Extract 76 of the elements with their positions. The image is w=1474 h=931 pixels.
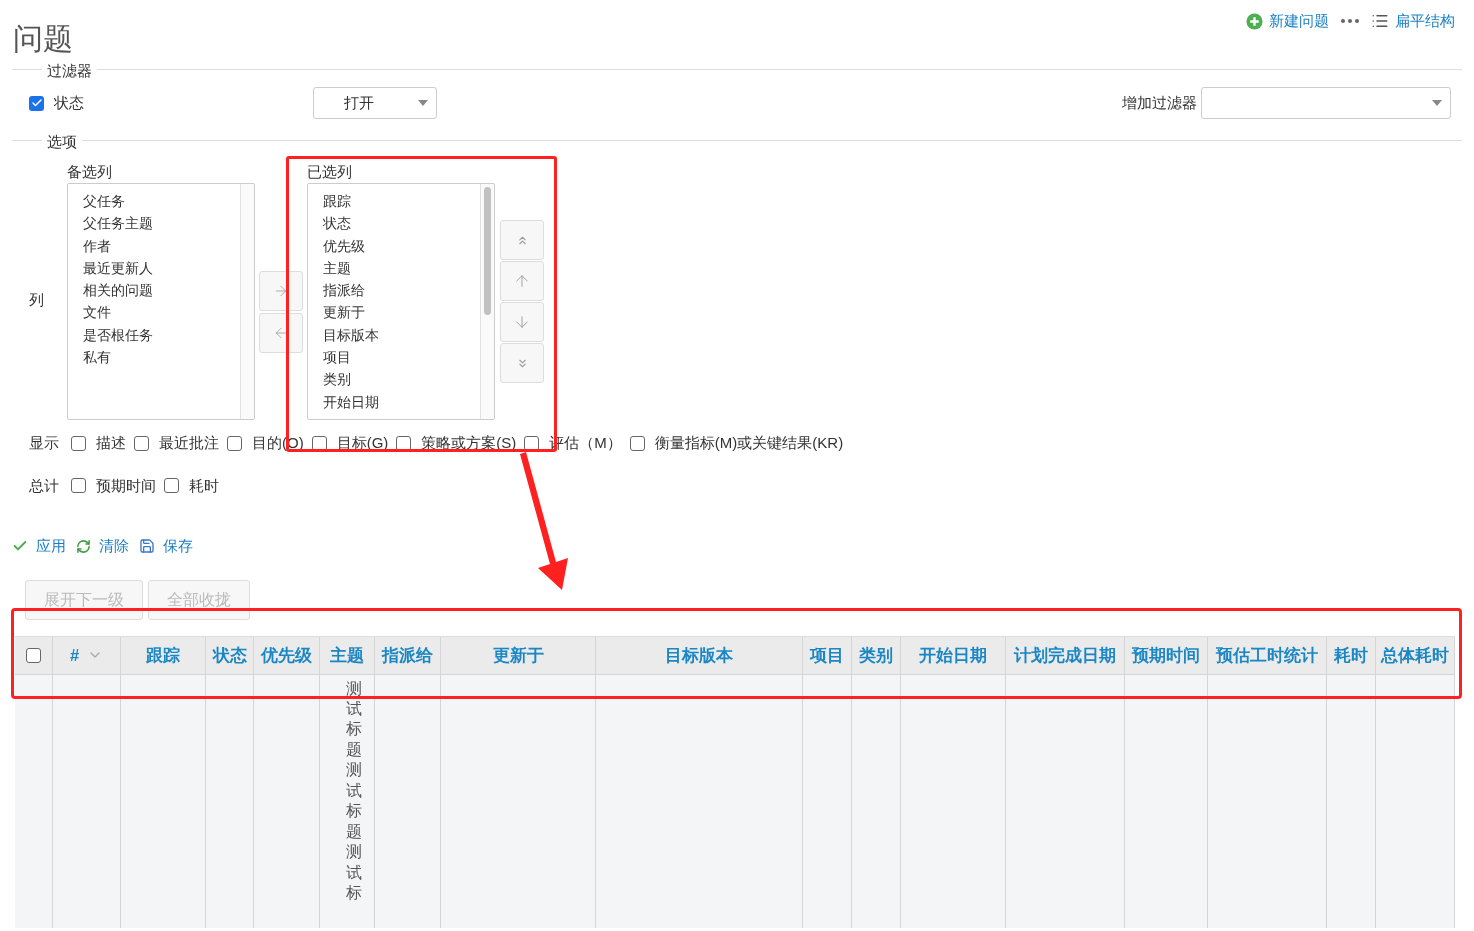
save-icon [139, 538, 155, 555]
column-header[interactable]: # [53, 636, 121, 674]
column-header[interactable]: 指派给 [375, 636, 441, 674]
checkbox-label: 衡量指标(M)或关键结果(KR) [654, 433, 844, 453]
list-option[interactable]: 项目 [323, 346, 480, 369]
checkbox-label: 最近批注 [159, 433, 219, 453]
down-arrow-icon [513, 313, 531, 331]
list-option[interactable]: 文件 [83, 301, 240, 324]
column-header[interactable]: 预估工时统计 [1208, 636, 1327, 674]
column-header[interactable]: 总体耗时 [1376, 636, 1455, 674]
list-option[interactable]: 作者 [83, 234, 240, 257]
list-option[interactable]: 类别 [323, 368, 480, 391]
list-option[interactable]: 指派给 [323, 279, 480, 302]
action-link[interactable]: 保存 [139, 535, 193, 558]
list-option[interactable]: 优先级 [323, 234, 480, 257]
list-heading: 备选列 [67, 162, 113, 182]
column-header[interactable]: 状态 [206, 636, 254, 674]
checkbox-label: 预期时间 [96, 475, 156, 496]
plus-circle-icon [1246, 12, 1263, 30]
more-icon[interactable] [1341, 19, 1359, 24]
column-header[interactable]: 主题 [320, 636, 375, 674]
column-header[interactable]: 类别 [852, 636, 901, 674]
list-option[interactable]: 开始日期 [323, 390, 480, 413]
checkbox[interactable] [629, 435, 645, 451]
right-arrow-icon [273, 283, 289, 299]
refresh-icon [76, 538, 91, 554]
scrollbar[interactable] [480, 184, 494, 419]
column-listbox[interactable]: 父任务 父任务主题 作者 最近更新人 相关的问题 文件 是否根任务 私有 [67, 183, 255, 420]
list-option[interactable]: 目标版本 [323, 323, 480, 347]
action-link[interactable]: 清除 [76, 535, 129, 558]
checkbox-label: 耗时 [189, 475, 219, 496]
checkbox-label: 描述 [96, 433, 126, 453]
list-option[interactable]: 私有 [83, 346, 240, 369]
scrollbar[interactable] [240, 184, 254, 419]
column-header[interactable]: 项目 [803, 636, 852, 674]
list-option[interactable]: 状态 [323, 212, 480, 235]
columns-label: 列 [29, 290, 45, 311]
column-header[interactable]: 更新于 [441, 636, 596, 674]
add-column-button[interactable] [259, 271, 303, 311]
filter-checkbox[interactable] [29, 95, 44, 111]
list-option[interactable]: 是否根任务 [83, 323, 240, 347]
header-link[interactable]: 新建问题 [1246, 10, 1329, 33]
checkbox[interactable] [134, 435, 149, 451]
column-listbox[interactable]: 跟踪 状态 优先级 主题 指派给 更新于 目标版本 项目 类别 开始日期 [307, 183, 495, 420]
page-title: 问题 [13, 21, 73, 57]
list-option[interactable]: 更新于 [323, 301, 480, 324]
list-option[interactable]: 最近更新人 [83, 256, 240, 280]
column-header[interactable]: 目标版本 [596, 636, 803, 674]
remove-column-button[interactable] [259, 313, 303, 353]
checkbox[interactable] [71, 435, 86, 451]
action-link[interactable]: 应用 [12, 535, 66, 558]
list-option[interactable]: 父任务 [83, 190, 240, 213]
column-header[interactable]: 预期时间 [1125, 636, 1208, 674]
status-select[interactable]: 打开 [313, 87, 437, 119]
checkbox[interactable] [164, 478, 179, 494]
checkbox[interactable] [71, 478, 86, 494]
column-header[interactable]: 开始日期 [901, 636, 1006, 674]
column-header[interactable]: 优先级 [254, 636, 320, 674]
add-filter-label: 增加过滤器 [1122, 92, 1197, 113]
caret-icon [418, 100, 428, 106]
row-label: 显示 [29, 433, 59, 453]
column-header[interactable]: 计划完成日期 [1006, 636, 1125, 674]
header-link[interactable]: 扁平结构 [1371, 10, 1455, 33]
row-label: 总计 [29, 475, 59, 496]
subject-text: 测试标题测试标题测试标 [345, 678, 362, 904]
select-all-checkbox[interactable] [26, 647, 41, 663]
list-option[interactable]: 相关的问题 [83, 279, 240, 302]
filter-label: 状态 [54, 92, 84, 113]
checkbox[interactable] [227, 435, 242, 451]
column-header[interactable]: 跟踪 [121, 636, 206, 674]
list-heading: 已选列 [307, 162, 353, 182]
caret-icon [1432, 100, 1442, 106]
list-option[interactable]: 主题 [323, 256, 480, 280]
list-option[interactable]: 父任务主题 [83, 212, 240, 235]
column-header[interactable]: 耗时 [1327, 636, 1376, 674]
list-option[interactable]: 跟踪 [323, 190, 480, 213]
